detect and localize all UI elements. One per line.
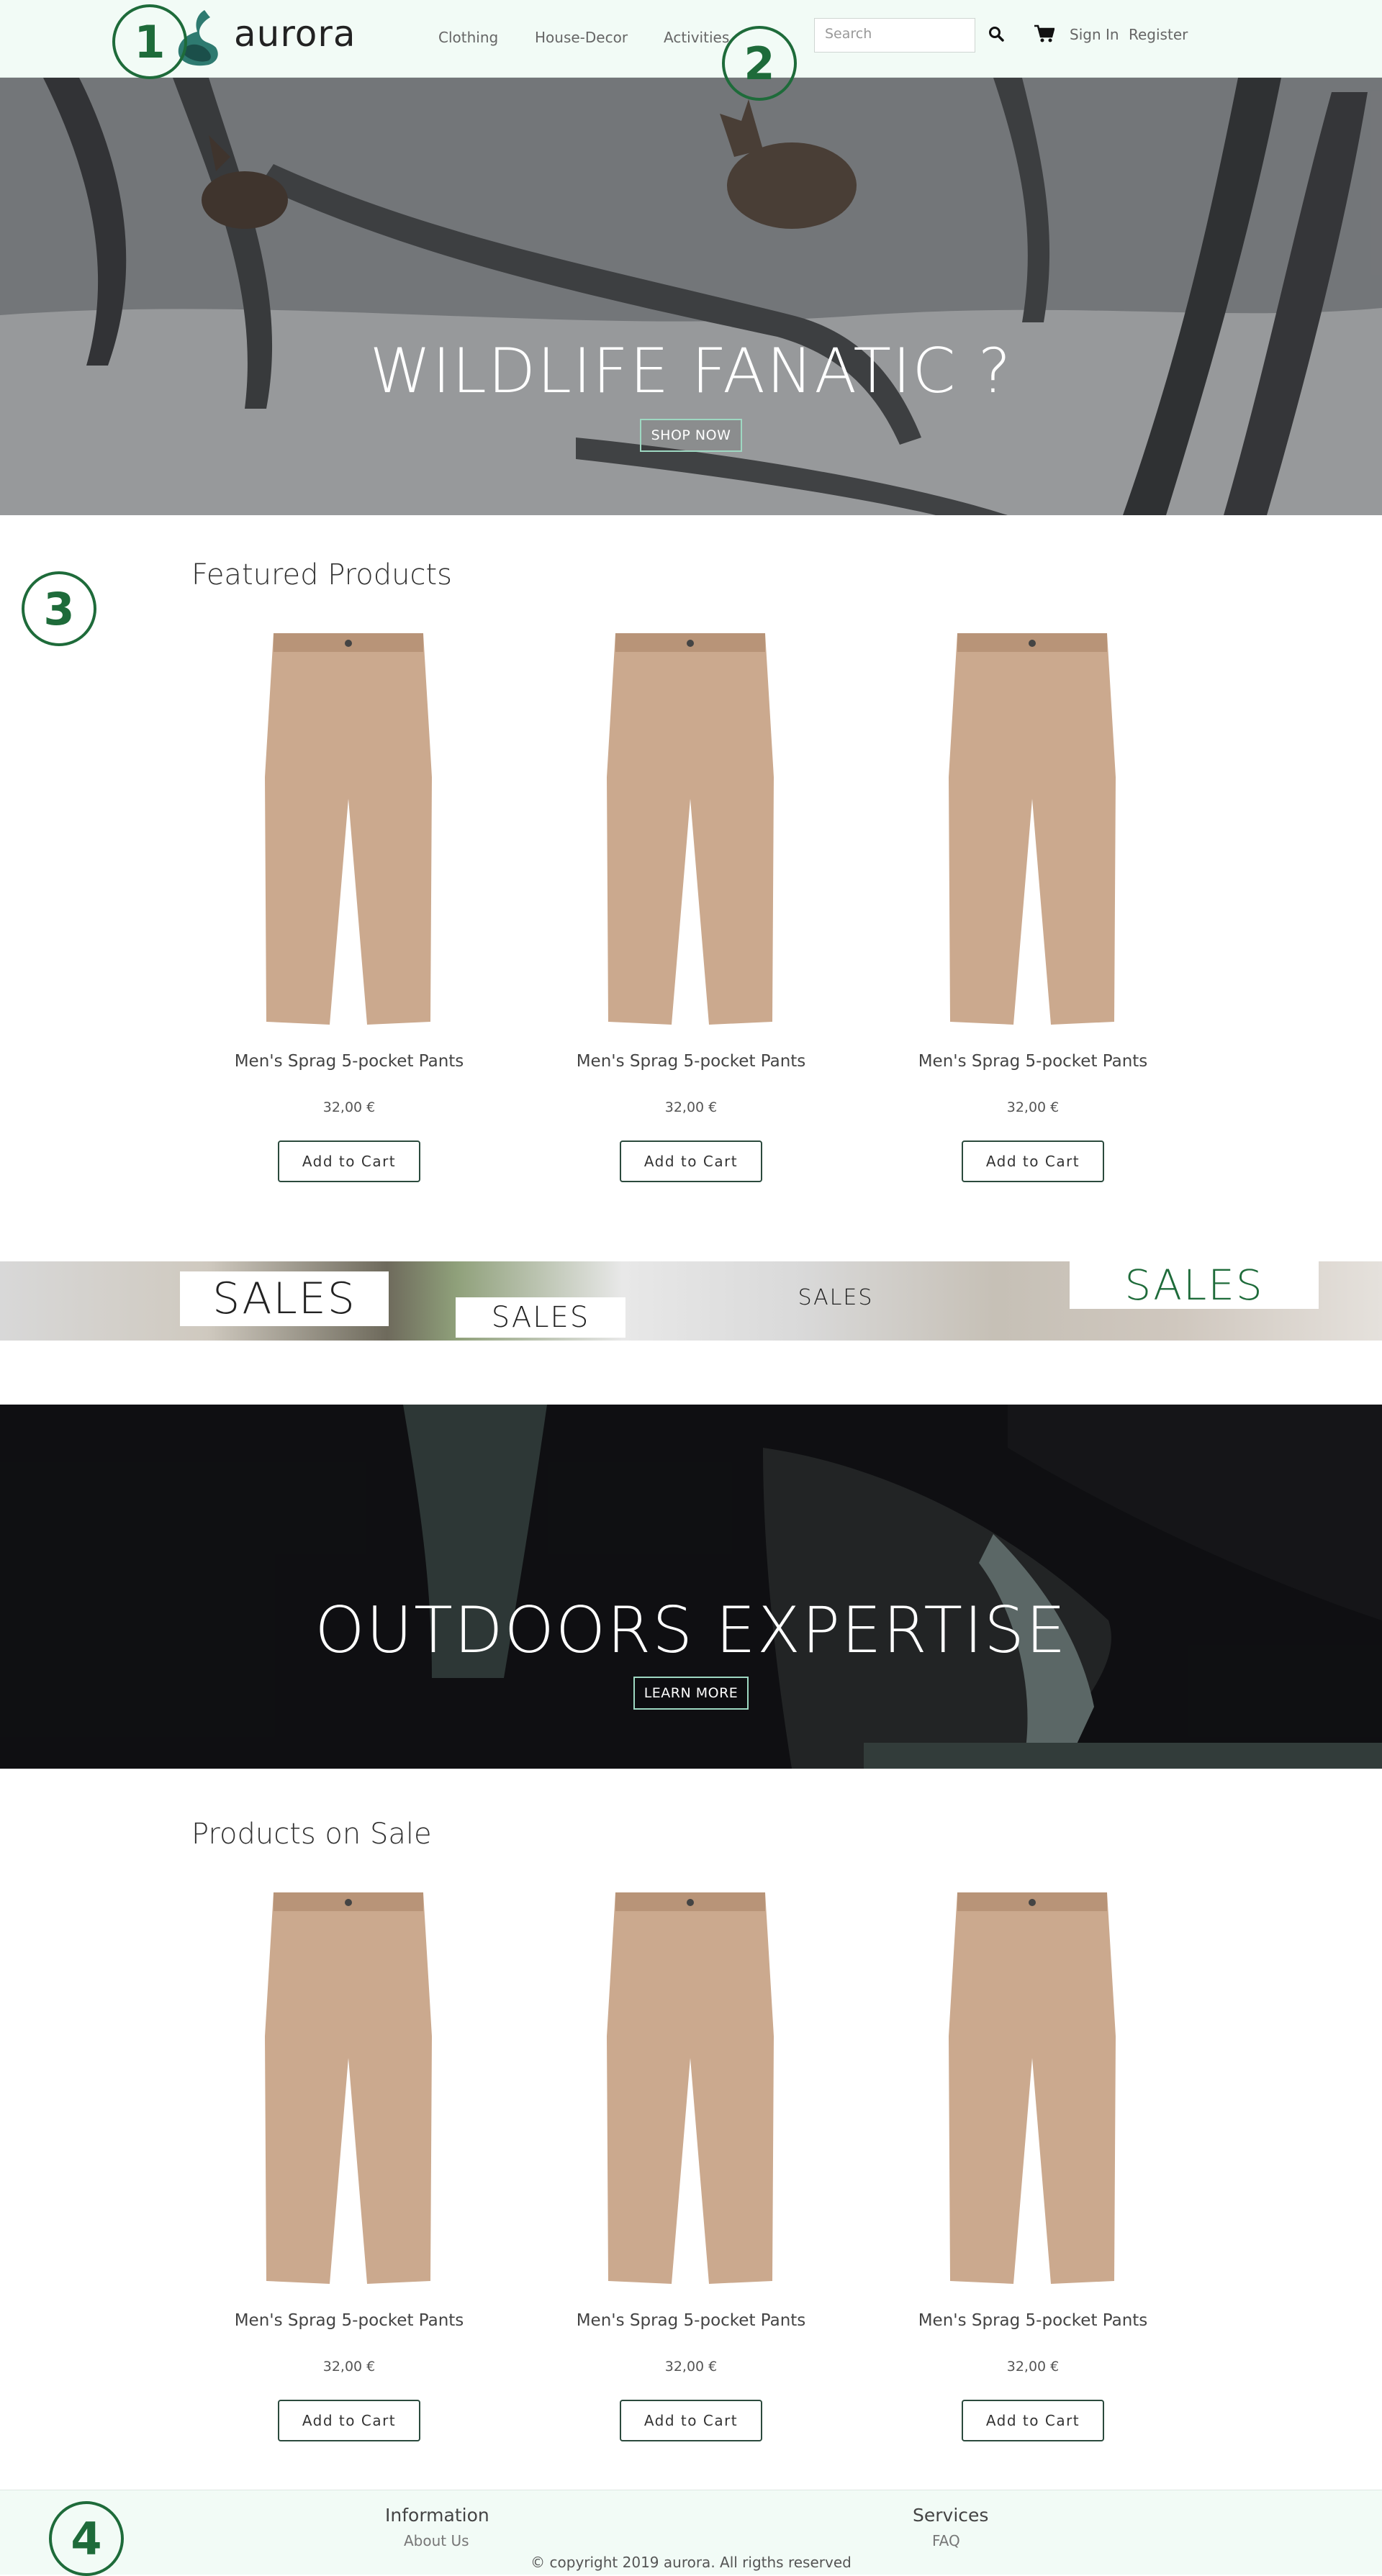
callout-badge: 3 bbox=[22, 571, 96, 646]
copyright-label: copyright 2019 aurora. All rigths reserv… bbox=[549, 2554, 852, 2571]
product-image-pants[interactable] bbox=[943, 1892, 1121, 2287]
faq-link[interactable]: FAQ bbox=[932, 2532, 960, 2549]
callout-badge: 4 bbox=[49, 2501, 124, 2576]
cart-icon[interactable] bbox=[1034, 24, 1054, 43]
add-to-cart-button[interactable]: Add to Cart bbox=[620, 2400, 762, 2441]
site-footer: Information About Us Services FAQ © copy… bbox=[0, 2490, 1382, 2575]
product-name[interactable]: Men's Sprag 5-pocket Pants bbox=[900, 2310, 1166, 2331]
search-input[interactable]: Search bbox=[814, 18, 975, 53]
hero-title: OUTDOORS EXPERTISE bbox=[315, 1593, 1067, 1667]
footer-information-heading: Information bbox=[385, 2505, 489, 2526]
waterfall-image bbox=[0, 1405, 1382, 1769]
product-image-pants[interactable] bbox=[259, 633, 438, 1028]
copyright-text: © copyright 2019 aurora. All rigths rese… bbox=[0, 2554, 1382, 2571]
logo-text[interactable]: aurora bbox=[234, 13, 356, 55]
about-us-link[interactable]: About Us bbox=[404, 2532, 469, 2549]
add-to-cart-button[interactable]: Add to Cart bbox=[962, 2400, 1104, 2441]
product-price: 32,00 € bbox=[1006, 1099, 1060, 1115]
add-to-cart-button[interactable]: Add to Cart bbox=[278, 2400, 420, 2441]
product-name[interactable]: Men's Sprag 5-pocket Pants bbox=[216, 2310, 482, 2331]
callout-badge: 2 bbox=[722, 26, 797, 101]
register-link[interactable]: Register bbox=[1129, 26, 1188, 43]
hero-title: WILDLIFE FANATIC ? bbox=[369, 335, 1013, 407]
sales-tag: SALES bbox=[1070, 1261, 1319, 1310]
hero-banner-wildlife: WILDLIFE FANATIC ? SHOP NOW bbox=[0, 78, 1382, 515]
nav-activities[interactable]: Activities bbox=[664, 29, 729, 46]
product-name[interactable]: Men's Sprag 5-pocket Pants bbox=[900, 1051, 1166, 1072]
product-price: 32,00 € bbox=[664, 2359, 718, 2375]
product-name[interactable]: Men's Sprag 5-pocket Pants bbox=[558, 1051, 824, 1072]
copyright-icon: © bbox=[530, 2554, 550, 2571]
footer-services-heading: Services bbox=[913, 2505, 989, 2526]
add-to-cart-button[interactable]: Add to Cart bbox=[278, 1140, 420, 1182]
shop-now-button[interactable]: SHOP NOW bbox=[640, 419, 742, 452]
product-price: 32,00 € bbox=[322, 1099, 376, 1115]
sales-tag: SALES bbox=[180, 1271, 389, 1326]
add-to-cart-button[interactable]: Add to Cart bbox=[962, 1140, 1104, 1182]
sales-banner[interactable]: SALES SALES SALES SALES bbox=[0, 1261, 1382, 1341]
callout-badge: 1 bbox=[112, 4, 187, 79]
hero-banner-outdoors: OUTDOORS EXPERTISE LEARN MORE bbox=[0, 1405, 1382, 1769]
product-image-pants[interactable] bbox=[943, 633, 1121, 1028]
product-image-pants[interactable] bbox=[601, 633, 780, 1028]
featured-products-title: Featured Products bbox=[191, 558, 452, 591]
site-header: aurora Clothing House-Decor Activities S… bbox=[0, 0, 1382, 78]
sales-tag: SALES bbox=[456, 1297, 625, 1338]
product-price: 32,00 € bbox=[664, 1099, 718, 1115]
sales-tag: SALES bbox=[798, 1284, 874, 1310]
product-image-pants[interactable] bbox=[601, 1892, 780, 2287]
nav-house-decor[interactable]: House-Decor bbox=[535, 29, 628, 46]
product-image-pants[interactable] bbox=[259, 1892, 438, 2287]
product-price: 32,00 € bbox=[322, 2359, 376, 2375]
nav-clothing[interactable]: Clothing bbox=[438, 29, 498, 46]
search-icon[interactable] bbox=[988, 26, 1004, 42]
sign-in-link[interactable]: Sign In bbox=[1070, 26, 1119, 43]
product-name[interactable]: Men's Sprag 5-pocket Pants bbox=[558, 2310, 824, 2331]
product-price: 32,00 € bbox=[1006, 2359, 1060, 2375]
add-to-cart-button[interactable]: Add to Cart bbox=[620, 1140, 762, 1182]
learn-more-button[interactable]: LEARN MORE bbox=[633, 1677, 749, 1710]
products-on-sale-title: Products on Sale bbox=[191, 1818, 432, 1851]
product-name[interactable]: Men's Sprag 5-pocket Pants bbox=[216, 1051, 482, 1072]
